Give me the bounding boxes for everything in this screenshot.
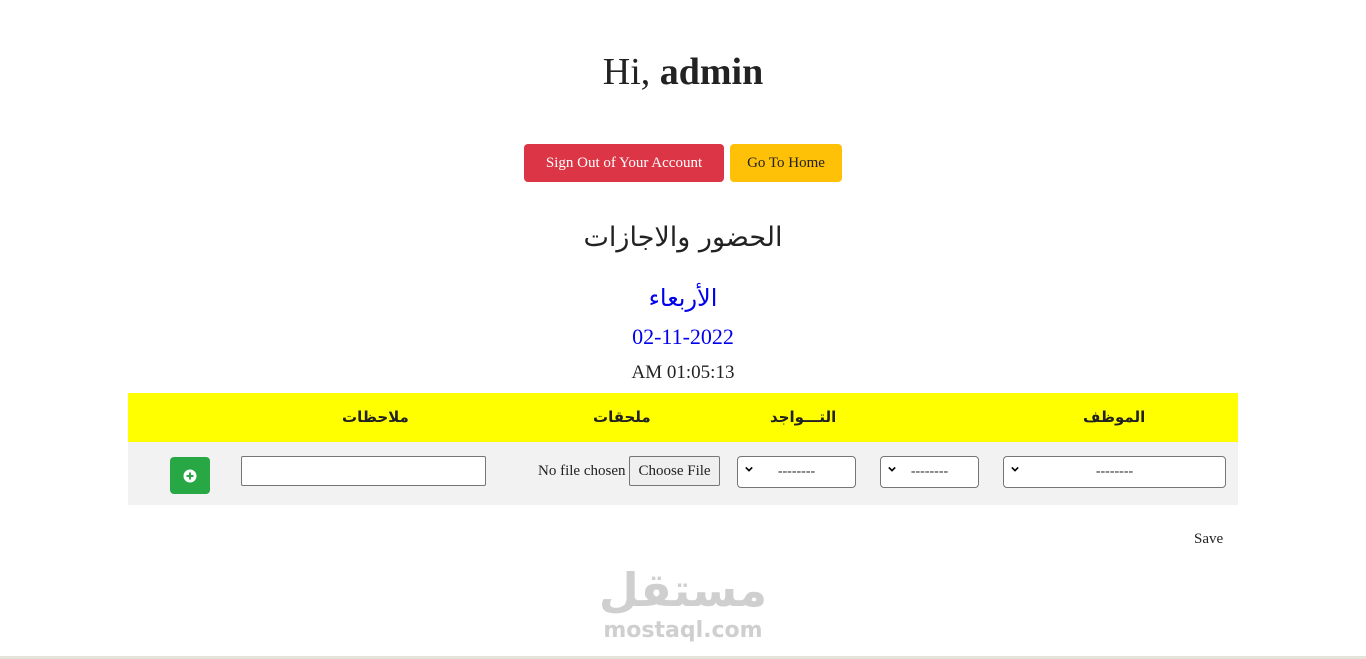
greeting-username: admin	[659, 51, 764, 93]
type-select[interactable]: --------	[880, 456, 979, 488]
save-button[interactable]: Save	[1194, 531, 1223, 548]
chevron-down-icon	[745, 466, 753, 472]
greeting-prefix: Hi,	[602, 51, 651, 93]
file-status: No file chosen	[538, 462, 626, 479]
account-actions: Sign Out of Your Account Go To Home	[0, 144, 1366, 182]
sign-out-button[interactable]: Sign Out of Your Account	[524, 144, 724, 182]
employee-select-value: --------	[1095, 464, 1134, 479]
plus-circle-icon	[183, 469, 197, 482]
current-time: AM 01:05:13	[631, 362, 735, 383]
greeting-heading: Hi, admin	[0, 48, 1366, 96]
notes-input[interactable]	[241, 456, 486, 486]
watermark-latin: mostaql.com	[603, 618, 763, 643]
chevron-down-icon	[888, 466, 896, 472]
choose-file-button[interactable]: Choose File	[629, 456, 720, 486]
attendance-table-row: -------- -------- -------- No file chose…	[128, 442, 1238, 505]
presence-select[interactable]: --------	[737, 456, 856, 488]
attendance-table-header: الموظف التـــواجد ملحقات ملاحظات	[128, 393, 1238, 442]
day-name: الأربعاء	[648, 284, 718, 312]
employee-select[interactable]: --------	[1003, 456, 1226, 488]
header-attachments: ملحقات	[593, 408, 651, 426]
header-employee: الموظف	[1083, 408, 1146, 426]
go-home-button[interactable]: Go To Home	[730, 144, 842, 182]
header-presence: التـــواجد	[770, 408, 837, 426]
current-date: 02-11-2022	[632, 324, 734, 349]
watermark-arabic: مستقل	[598, 563, 768, 617]
header-notes: ملاحظات	[342, 408, 409, 426]
chevron-down-icon	[1011, 466, 1019, 472]
attachment-file-input[interactable]: No file chosen Choose File	[538, 456, 720, 486]
watermark-logo: مستقل mostaql.com	[598, 562, 768, 644]
presence-select-value: --------	[777, 464, 816, 479]
page-title: الحضور والاجازات	[583, 222, 783, 253]
add-row-button[interactable]	[170, 457, 210, 494]
